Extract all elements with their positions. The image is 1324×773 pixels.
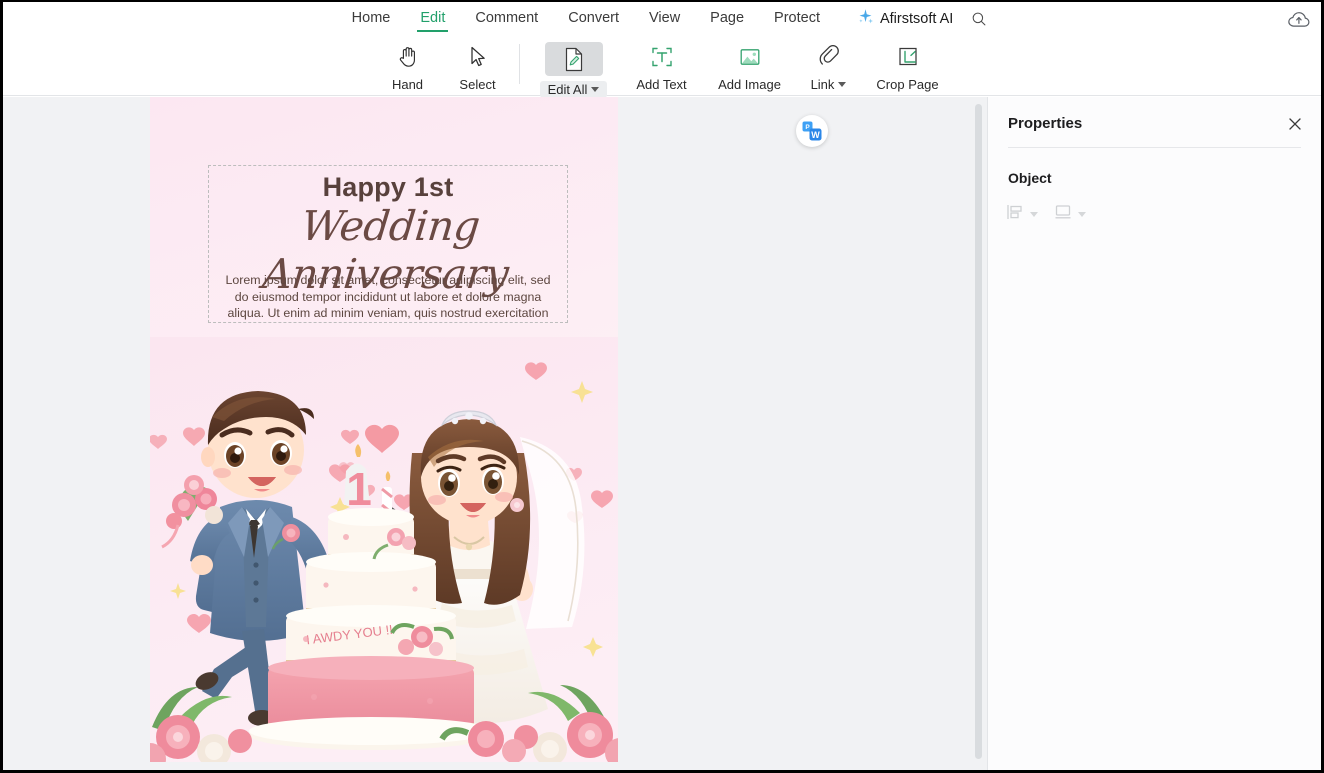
menu-bar: Home Edit Comment Convert View Page Prot… — [3, 2, 1321, 36]
svg-text:P: P — [805, 124, 810, 131]
cloud-upload-icon[interactable] — [1287, 9, 1311, 31]
toolbar-items: Hand Select Edit All Add Text Add Image … — [373, 36, 952, 98]
menu-tab-edit[interactable]: Edit — [405, 3, 460, 35]
pdf-to-word-icon[interactable]: P W — [796, 115, 828, 147]
edit-toolbar: Hand Select Edit All Add Text Add Image … — [3, 36, 1321, 98]
application-window: Home Edit Comment Convert View Page Prot… — [3, 2, 1321, 770]
properties-panel: Properties Object — [987, 97, 1321, 770]
sparkle-icon — [857, 8, 874, 30]
crop-page-icon — [889, 42, 927, 72]
menu-tab-protect[interactable]: Protect — [759, 3, 835, 35]
afirstsoft-ai-label: Afirstsoft AI — [879, 11, 954, 27]
toolbar-separator — [518, 44, 520, 84]
tool-add-text-label: Add Text — [636, 77, 687, 92]
search-icon[interactable] — [971, 11, 987, 27]
chevron-down-icon[interactable] — [1078, 212, 1086, 217]
arrange-objects-icon — [1054, 203, 1072, 226]
tool-link[interactable]: Link — [794, 40, 864, 92]
object-section-label: Object — [1008, 170, 1052, 186]
tool-crop-page[interactable]: Crop Page — [864, 40, 952, 92]
afirstsoft-ai-button[interactable]: Afirstsoft AI — [857, 8, 953, 30]
tool-edit-all-label: Edit All — [539, 81, 608, 98]
chevron-down-icon[interactable] — [838, 82, 847, 87]
svg-text:W: W — [811, 130, 820, 140]
link-icon — [810, 42, 848, 72]
body-paragraph: Lorem ipsum dolor sit amet, consectetur … — [225, 273, 551, 320]
tool-hand-label: Hand — [391, 77, 424, 92]
menu-tab-view[interactable]: View — [634, 3, 695, 35]
properties-divider — [1008, 147, 1301, 148]
edit-document-icon — [544, 42, 603, 76]
menu-tabs: Home Edit Comment Convert View Page Prot… — [337, 3, 988, 35]
align-objects-icon — [1006, 203, 1024, 226]
svg-text:1: 1 — [346, 463, 372, 515]
cursor-arrow-icon — [459, 42, 497, 72]
tool-add-image-label: Add Image — [718, 77, 781, 92]
add-image-icon — [731, 42, 769, 72]
tool-link-label: Link — [811, 77, 847, 92]
tool-edit-all-text: Edit All — [547, 82, 588, 97]
menu-tab-convert[interactable]: Convert — [553, 3, 634, 35]
properties-title: Properties — [1008, 115, 1083, 132]
anniversary-illustration: 1 I AWDY YOU !! — [150, 337, 618, 762]
chevron-down-icon[interactable] — [591, 87, 600, 92]
object-tools — [1006, 203, 1086, 226]
tool-crop-page-label: Crop Page — [876, 77, 939, 92]
tool-add-text[interactable]: Add Text — [618, 40, 706, 92]
menu-tab-home[interactable]: Home — [337, 3, 406, 35]
align-objects-dropdown[interactable] — [1006, 203, 1038, 226]
menu-tab-page[interactable]: Page — [695, 3, 759, 35]
tool-select-label: Select — [459, 77, 496, 92]
chevron-down-icon[interactable] — [1030, 212, 1038, 217]
arrange-objects-dropdown[interactable] — [1054, 203, 1086, 226]
text-box-heading[interactable]: Happy 1st Wedding Anniversary Lorem ipsu… — [208, 165, 568, 323]
heading-line-1: Happy 1st — [322, 172, 454, 202]
tool-hand[interactable]: Hand — [373, 40, 443, 92]
tool-edit-all[interactable]: Edit All — [530, 40, 618, 98]
close-icon[interactable] — [1287, 116, 1303, 132]
add-text-icon — [643, 42, 681, 72]
menu-tab-comment[interactable]: Comment — [460, 3, 553, 35]
properties-header: Properties — [1008, 115, 1303, 132]
document-canvas[interactable]: Happy 1st Wedding Anniversary Lorem ipsu… — [3, 97, 987, 770]
canvas-vertical-scrollbar[interactable] — [975, 104, 982, 759]
tool-link-text: Link — [810, 77, 835, 92]
pdf-page[interactable]: Happy 1st Wedding Anniversary Lorem ipsu… — [150, 97, 618, 762]
tool-select[interactable]: Select — [443, 40, 513, 92]
hand-icon — [389, 42, 427, 72]
tool-add-image[interactable]: Add Image — [706, 40, 794, 92]
